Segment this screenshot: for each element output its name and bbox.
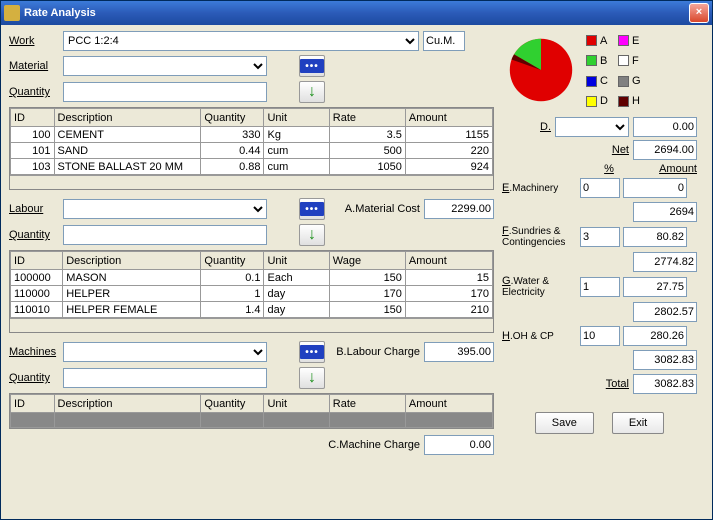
d-select[interactable]	[555, 117, 629, 137]
pct-header: %	[589, 163, 629, 175]
legend-item: D	[586, 92, 608, 111]
e-label: E.Machinery	[502, 183, 577, 194]
titlebar: Rate Analysis ×	[1, 1, 712, 25]
h-label: H.OH & CP	[502, 331, 577, 342]
material-cost-value	[424, 199, 494, 219]
d-value	[633, 117, 697, 137]
amount-header: Amount	[633, 163, 697, 175]
material-label: Material	[9, 60, 59, 72]
pie-chart	[502, 31, 580, 109]
total-label: Total	[606, 378, 629, 390]
labour-grid[interactable]: IDDescriptionQuantityUnitWageAmount 1000…	[9, 250, 494, 333]
legend-item: E	[618, 31, 641, 50]
total-value	[633, 374, 697, 394]
machine-charge-value	[424, 435, 494, 455]
subtotal-2	[633, 252, 697, 272]
material-lookup-button[interactable]: •••	[299, 55, 325, 77]
labour-lookup-button[interactable]: •••	[299, 198, 325, 220]
g-output	[623, 277, 687, 297]
arrow-down-icon: ↓	[308, 369, 316, 387]
legend-item: B	[586, 51, 608, 70]
machines-select[interactable]	[63, 342, 267, 362]
labour-label: Labour	[9, 203, 59, 215]
net-value	[633, 140, 697, 160]
table-row[interactable]: 110010HELPER FEMALE1.4day150210	[11, 302, 493, 318]
arrow-down-icon: ↓	[308, 83, 316, 101]
material-cost-label: A.Material Cost	[329, 203, 420, 215]
machine-charge-label: C.Machine Charge	[328, 439, 420, 451]
table-row	[11, 413, 493, 428]
material-add-button[interactable]: ↓	[299, 81, 325, 103]
table-row[interactable]: 100CEMENT330Kg3.51155	[11, 127, 493, 143]
g-input[interactable]	[580, 277, 620, 297]
legend-item: H	[618, 92, 641, 111]
material-qty-input[interactable]	[63, 82, 267, 102]
table-row[interactable]: 103STONE BALLAST 20 MM0.88cum1050924	[11, 159, 493, 175]
d-label: D.	[540, 121, 551, 133]
subtotal-3	[633, 302, 697, 322]
exit-button[interactable]: Exit	[612, 412, 664, 434]
table-row[interactable]: 100000MASON0.1Each15015	[11, 270, 493, 286]
labour-select[interactable]	[63, 199, 267, 219]
work-unit[interactable]	[423, 31, 465, 51]
e-input[interactable]	[580, 178, 620, 198]
labour-charge-value	[424, 342, 494, 362]
h-input[interactable]	[580, 326, 620, 346]
machines-label: Machines	[9, 346, 59, 358]
close-button[interactable]: ×	[689, 3, 709, 23]
machines-add-button[interactable]: ↓	[299, 367, 325, 389]
work-select[interactable]: PCC 1:2:4	[63, 31, 419, 51]
pie-legend: AEBFCGDH	[586, 31, 641, 111]
h-output	[623, 326, 687, 346]
table-row[interactable]: 101SAND0.44cum500220	[11, 143, 493, 159]
app-icon	[4, 5, 20, 21]
f-label: F.Sundries &Contingencies	[502, 226, 577, 248]
material-grid[interactable]: IDDescriptionQuantityUnitRateAmount 100C…	[9, 107, 494, 190]
f-input[interactable]	[580, 227, 620, 247]
arrow-down-icon: ↓	[308, 226, 316, 244]
net-label: Net	[612, 144, 629, 156]
machines-grid[interactable]: IDDescriptionQuantityUnitRateAmount	[9, 393, 494, 429]
work-label: Work	[9, 35, 59, 47]
labour-charge-label: B.Labour Charge	[329, 346, 420, 358]
material-qty-label: Quantity	[9, 86, 59, 98]
save-button[interactable]: Save	[535, 412, 594, 434]
subtotal-4	[633, 350, 697, 370]
legend-item: A	[586, 31, 608, 50]
labour-add-button[interactable]: ↓	[299, 224, 325, 246]
labour-qty-input[interactable]	[63, 225, 267, 245]
f-output	[623, 227, 687, 247]
machines-qty-input[interactable]	[63, 368, 267, 388]
material-select[interactable]	[63, 56, 267, 76]
subtotal-1	[633, 202, 697, 222]
machines-qty-label: Quantity	[9, 372, 59, 384]
g-label: G.Water &Electricity	[502, 276, 577, 298]
labour-qty-label: Quantity	[9, 229, 59, 241]
legend-item: C	[586, 72, 608, 91]
legend-item: F	[618, 51, 641, 70]
window-title: Rate Analysis	[24, 7, 689, 19]
table-row[interactable]: 110000HELPER1day170170	[11, 286, 493, 302]
e-output	[623, 178, 687, 198]
machines-lookup-button[interactable]: •••	[299, 341, 325, 363]
legend-item: G	[618, 72, 641, 91]
